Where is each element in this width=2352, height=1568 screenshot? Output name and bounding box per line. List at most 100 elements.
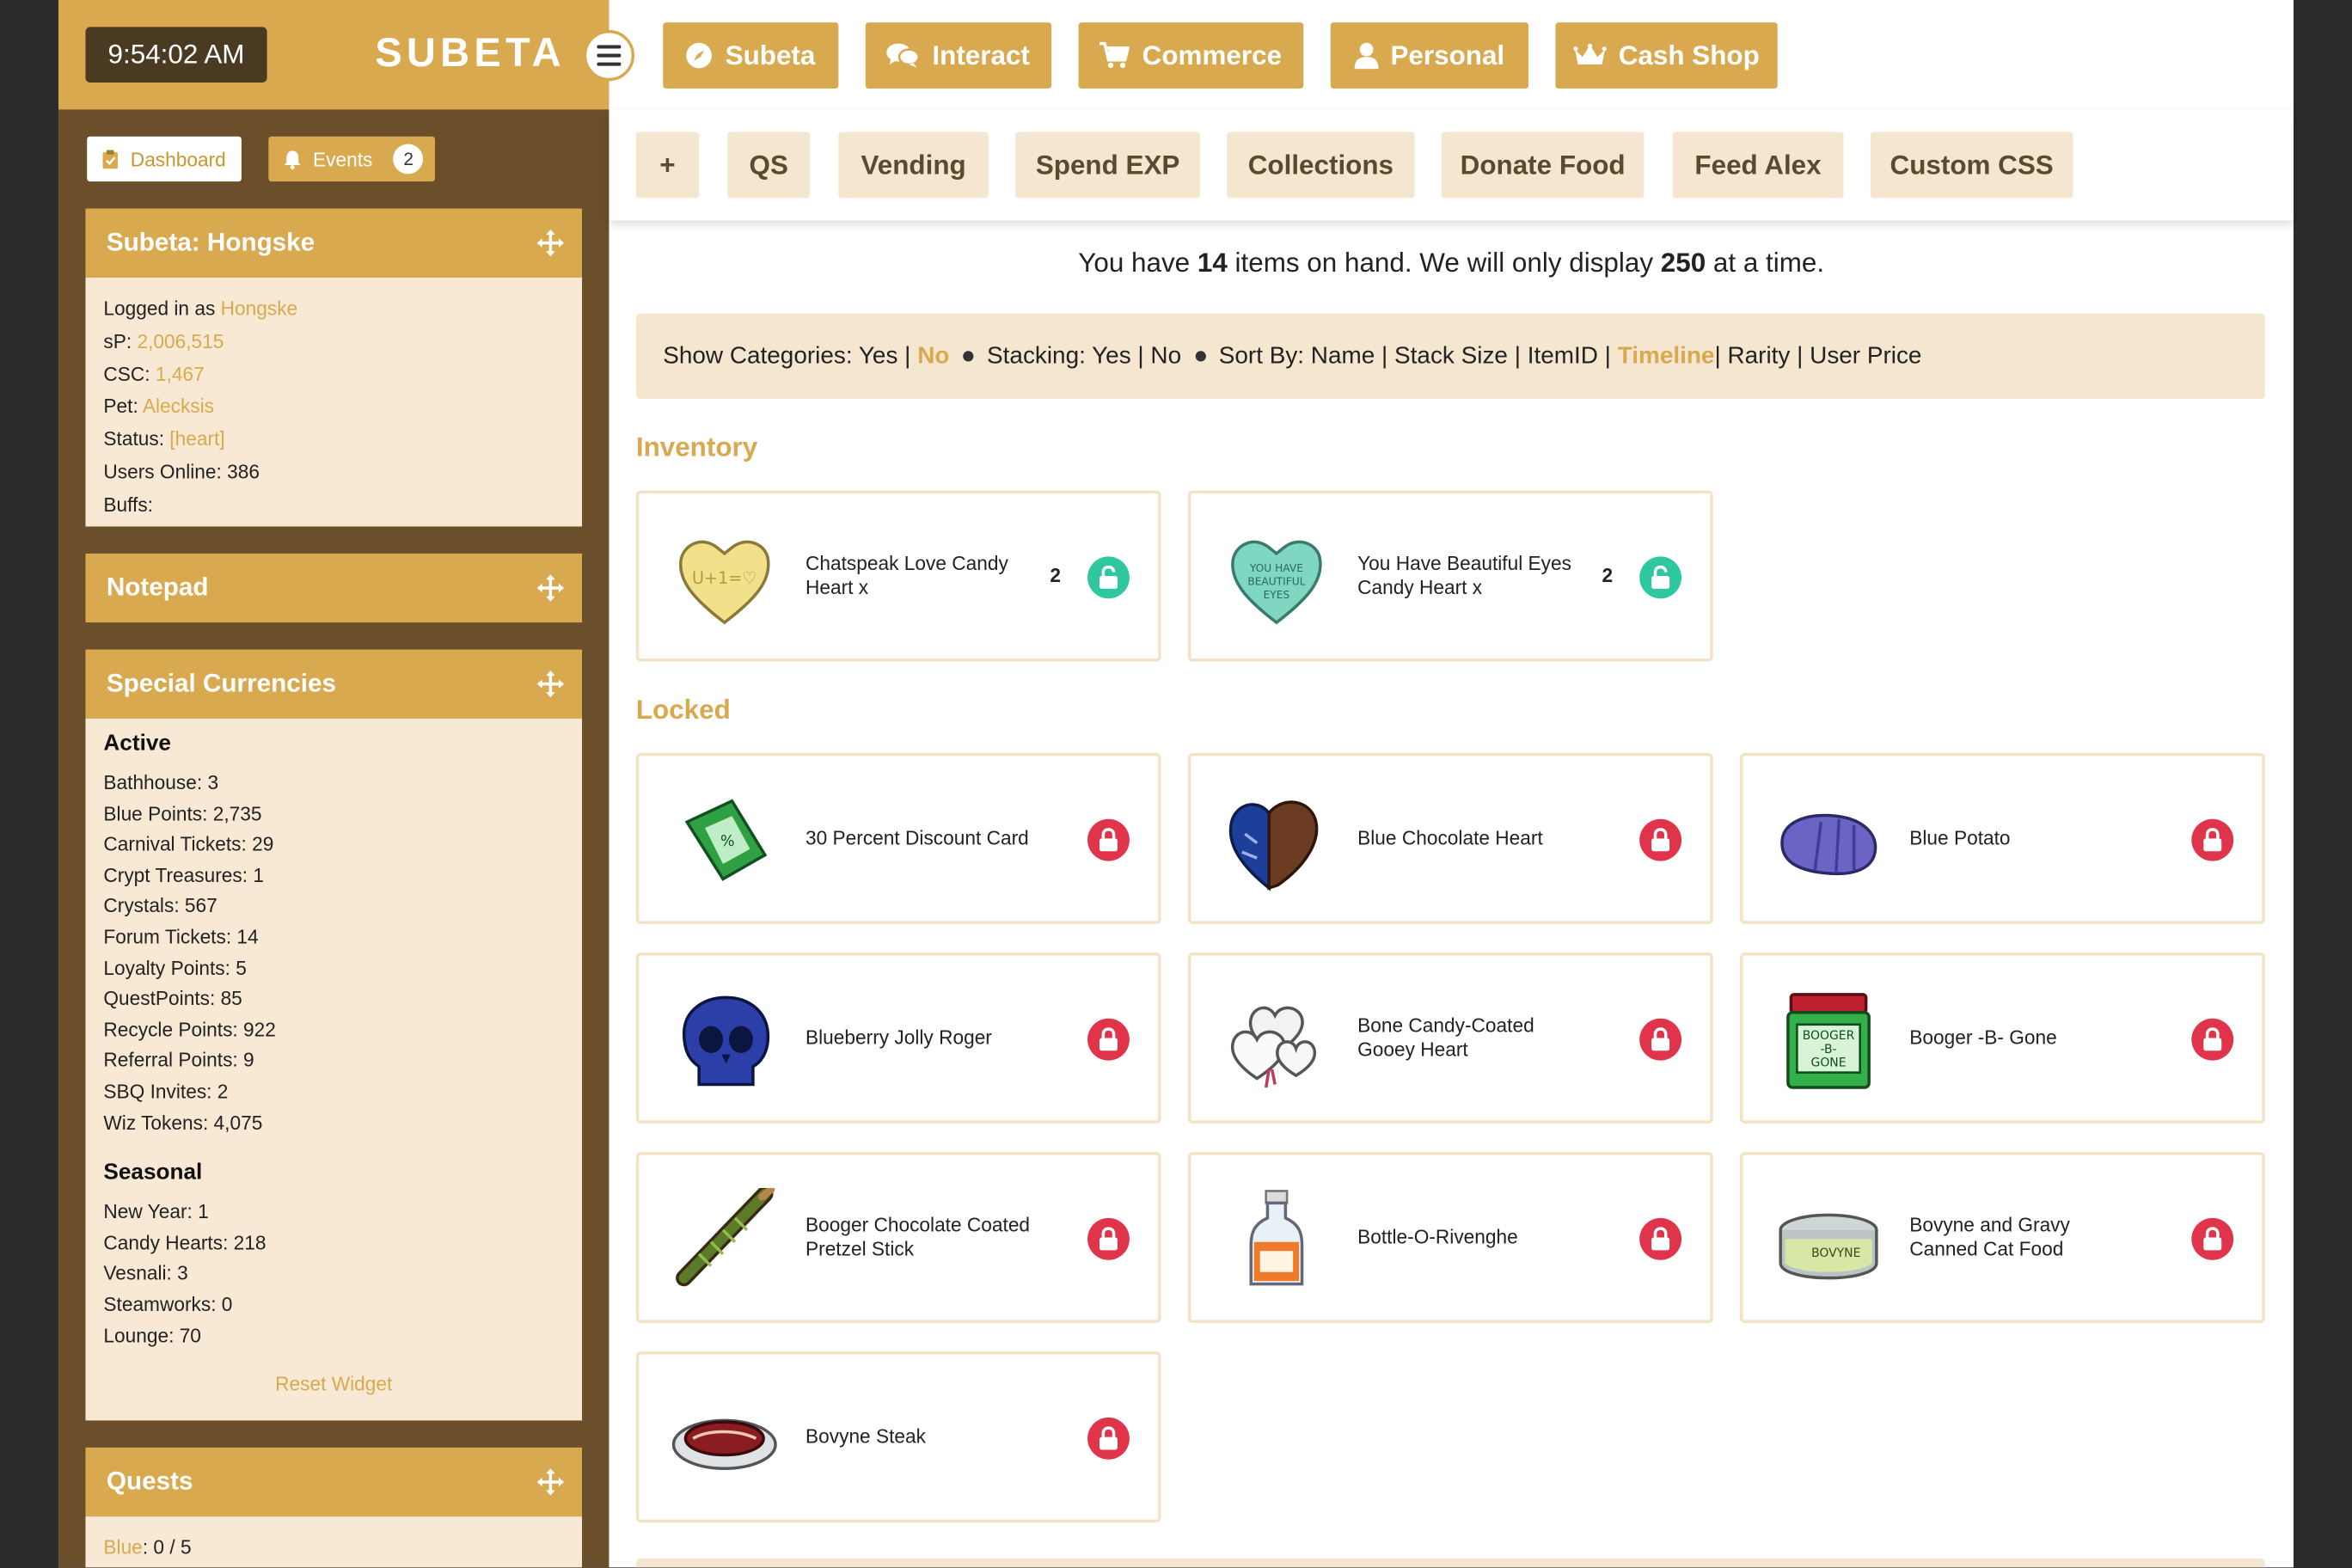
item-name: Chatspeak Love Candy Heart x — [805, 552, 1008, 599]
quick-link-qs[interactable]: QS — [727, 132, 811, 199]
sort-timeline[interactable]: Timeline — [1618, 343, 1715, 370]
nav-subeta-label: Subeta — [725, 40, 816, 70]
item-name: Bovyne Steak — [805, 1424, 926, 1448]
nav-cash-shop[interactable]: Cash Shop — [1555, 22, 1778, 89]
locked-item-card[interactable]: Bottle-O-Rivenghe — [1187, 1152, 1713, 1324]
inventory-item-card[interactable]: YOU HAVE BEAUTIFUL EYES You Have Beautif… — [1187, 490, 1713, 662]
move-arrows-icon[interactable] — [536, 229, 565, 257]
locked-item-card[interactable]: Blue Potato — [1740, 752, 2265, 924]
quick-link-feed-alex[interactable]: Feed Alex — [1672, 132, 1844, 199]
dashboard-label: Dashboard — [130, 147, 226, 171]
sort-by-rest[interactable]: | Rarity | User Price — [1714, 343, 1921, 370]
chat-bubbles-icon — [887, 43, 921, 68]
quick-link-vending[interactable]: Vending — [838, 132, 989, 199]
lock-button[interactable] — [1087, 818, 1130, 861]
nav-cash-shop-label: Cash Shop — [1618, 40, 1760, 70]
currency-row: New Year: 1 — [103, 1200, 209, 1223]
locked-heading: Locked — [635, 694, 731, 725]
chocolate-heart-icon — [1228, 800, 1319, 891]
lock-button[interactable] — [2191, 1018, 2234, 1061]
quick-link-collections[interactable]: Collections — [1227, 132, 1415, 199]
add-quick-link-button[interactable]: + — [635, 132, 700, 199]
stacking-options[interactable]: Stacking: Yes | No — [987, 343, 1181, 370]
sp-value[interactable]: 2,006,515 — [137, 330, 224, 352]
pet-row: Pet: Alecksis — [103, 390, 564, 423]
currency-row: Steamworks: 0 — [103, 1292, 233, 1316]
locked-item-card[interactable]: Blueberry Jolly Roger — [635, 952, 1161, 1124]
onhand-limit: 250 — [1660, 247, 1706, 278]
bottle-icon — [1249, 1190, 1304, 1286]
profile-widget: Subeta: Hongske Logged in as Hongske sP:… — [85, 208, 583, 527]
currency-row: Blue Points: 2,735 — [103, 801, 262, 824]
currency-row: Crypt Treasures: 1 — [103, 863, 264, 886]
inventory-item-card[interactable]: U+1=♡ Chatspeak Love Candy Heart x 2 — [635, 490, 1161, 662]
profile-widget-title: Subeta: Hongske — [106, 228, 315, 257]
username-link[interactable]: Hongske — [221, 297, 298, 319]
lock-icon — [2203, 1227, 2222, 1251]
locked-item-card[interactable]: Booger Chocolate Coated Pretzel Stick — [635, 1152, 1161, 1324]
lock-button[interactable] — [1087, 1018, 1130, 1061]
quick-link-spend-exp[interactable]: Spend EXP — [1015, 132, 1200, 199]
currency-row: Lounge: 70 — [103, 1323, 201, 1347]
locked-item-card[interactable]: BOVYNE Bovyne and Gravy Canned Cat Food — [1740, 1152, 2265, 1324]
show-categories-no[interactable]: No — [917, 343, 949, 370]
lock-button[interactable] — [2191, 1217, 2234, 1260]
lock-button[interactable] — [1639, 1018, 1682, 1061]
quick-link-custom-css[interactable]: Custom CSS — [1870, 132, 2073, 199]
locked-item-card[interactable]: Bone Candy-Coated Gooey Heart — [1187, 952, 1713, 1124]
item-name: 30 Percent Discount Card — [805, 826, 1029, 849]
quests-widget-header[interactable]: Quests — [85, 1447, 583, 1517]
lock-button[interactable] — [1639, 818, 1682, 861]
move-arrows-icon[interactable] — [536, 1468, 565, 1496]
pet-link[interactable]: Alecksis — [143, 395, 214, 418]
quests-widget: Quests Blue: 0 / 5 — [85, 1447, 583, 1568]
locked-item-card[interactable]: Blue Chocolate Heart — [1187, 752, 1713, 924]
lock-button[interactable] — [1087, 1217, 1130, 1260]
nav-interact[interactable]: Interact — [865, 22, 1052, 89]
currencies-title: Special Currencies — [106, 669, 336, 698]
quests-title: Quests — [106, 1467, 193, 1496]
lock-button[interactable] — [1087, 1417, 1130, 1460]
notepad-title: Notepad — [106, 573, 209, 602]
locked-item-card[interactable]: Bovyne Steak — [635, 1351, 1161, 1523]
svg-text:-B-: -B- — [1820, 1043, 1836, 1057]
menu-toggle-button[interactable] — [583, 29, 635, 82]
steak-icon — [671, 1418, 777, 1471]
notepad-widget-header[interactable]: Notepad — [85, 553, 583, 623]
cat-food-can-icon: BOVYNE — [1779, 1213, 1878, 1280]
sidebar: 9:54:02 AM SUBETA Dashboard Events 2 Sub… — [58, 0, 635, 1568]
bottom-panel-edge — [635, 1558, 2265, 1568]
reset-widget-link[interactable]: Reset Widget — [103, 1373, 564, 1395]
move-arrows-icon[interactable] — [536, 670, 565, 698]
clipboard-icon — [102, 149, 118, 168]
quick-link-donate-food[interactable]: Donate Food — [1441, 132, 1645, 199]
currency-row: Crystals: 567 — [103, 894, 217, 917]
lock-button[interactable] — [2191, 818, 2234, 861]
unlock-button[interactable] — [1639, 556, 1682, 599]
locked-item-card[interactable]: BOOGER -B- GONE Booger -B- Gone — [1740, 952, 2265, 1124]
active-heading: Active — [103, 730, 171, 756]
onhand-suffix: at a time. — [1706, 247, 1825, 278]
nav-subeta[interactable]: Subeta — [663, 22, 839, 89]
item-name: You Have Beautiful Eyes Candy Heart x — [1357, 552, 1572, 599]
blue-quest-link[interactable]: Blue — [103, 1536, 142, 1559]
nav-commerce[interactable]: Commerce — [1078, 22, 1304, 89]
currency-row: Candy Hearts: 218 — [103, 1231, 266, 1254]
nav-personal[interactable]: Personal — [1330, 22, 1529, 89]
move-arrows-icon[interactable] — [536, 574, 565, 602]
sort-by-options[interactable]: Sort By: Name | Stack Size | ItemID | — [1219, 343, 1611, 370]
brand-bar: 9:54:02 AM SUBETA — [58, 0, 609, 110]
status-link[interactable]: [heart] — [169, 428, 224, 450]
teal-candy-heart-icon: YOU HAVE BEAUTIFUL EYES — [1231, 540, 1322, 625]
unlock-button[interactable] — [1087, 556, 1130, 599]
profile-widget-header[interactable]: Subeta: Hongske — [85, 208, 583, 278]
show-categories-label[interactable]: Show Categories: Yes | — [663, 343, 910, 370]
brand-logo[interactable]: SUBETA — [375, 30, 566, 77]
events-button[interactable]: Events 2 — [267, 136, 436, 182]
discount-card-icon: % — [684, 799, 768, 881]
csc-value[interactable]: 1,467 — [156, 363, 205, 385]
locked-item-card[interactable]: % 30 Percent Discount Card — [635, 752, 1161, 924]
currencies-widget-header[interactable]: Special Currencies — [85, 649, 583, 719]
lock-button[interactable] — [1639, 1217, 1682, 1260]
dashboard-button[interactable]: Dashboard — [87, 136, 242, 182]
